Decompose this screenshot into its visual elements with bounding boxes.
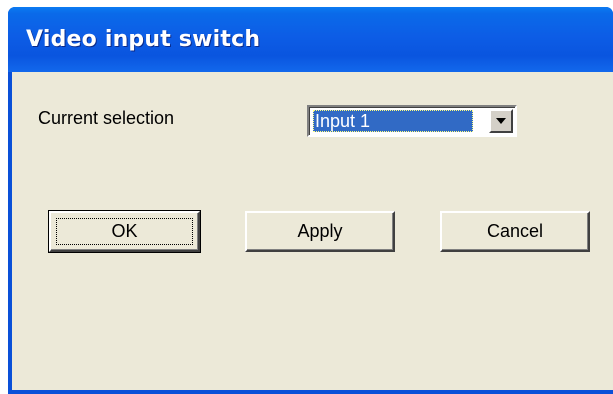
window-title: Video input switch bbox=[26, 27, 261, 52]
selected-input-value: Input 1 bbox=[313, 110, 473, 132]
dialog-content: Current selection Input 1 OK Apply Cance… bbox=[12, 72, 613, 390]
input-select[interactable]: Input 1 bbox=[307, 105, 517, 137]
cancel-button[interactable]: Cancel bbox=[440, 211, 590, 252]
cancel-button-label: Cancel bbox=[486, 221, 544, 241]
apply-button[interactable]: Apply bbox=[245, 211, 395, 252]
dropdown-arrow-button[interactable] bbox=[489, 109, 513, 133]
ok-button[interactable]: OK bbox=[48, 210, 201, 253]
current-selection-label: Current selection bbox=[38, 108, 175, 128]
apply-button-label: Apply bbox=[297, 221, 343, 241]
focus-ring bbox=[56, 218, 193, 245]
title-bar[interactable]: Video input switch bbox=[8, 7, 613, 72]
dialog-window: Video input switch Current selection Inp… bbox=[8, 7, 613, 394]
chevron-down-icon bbox=[496, 118, 506, 124]
